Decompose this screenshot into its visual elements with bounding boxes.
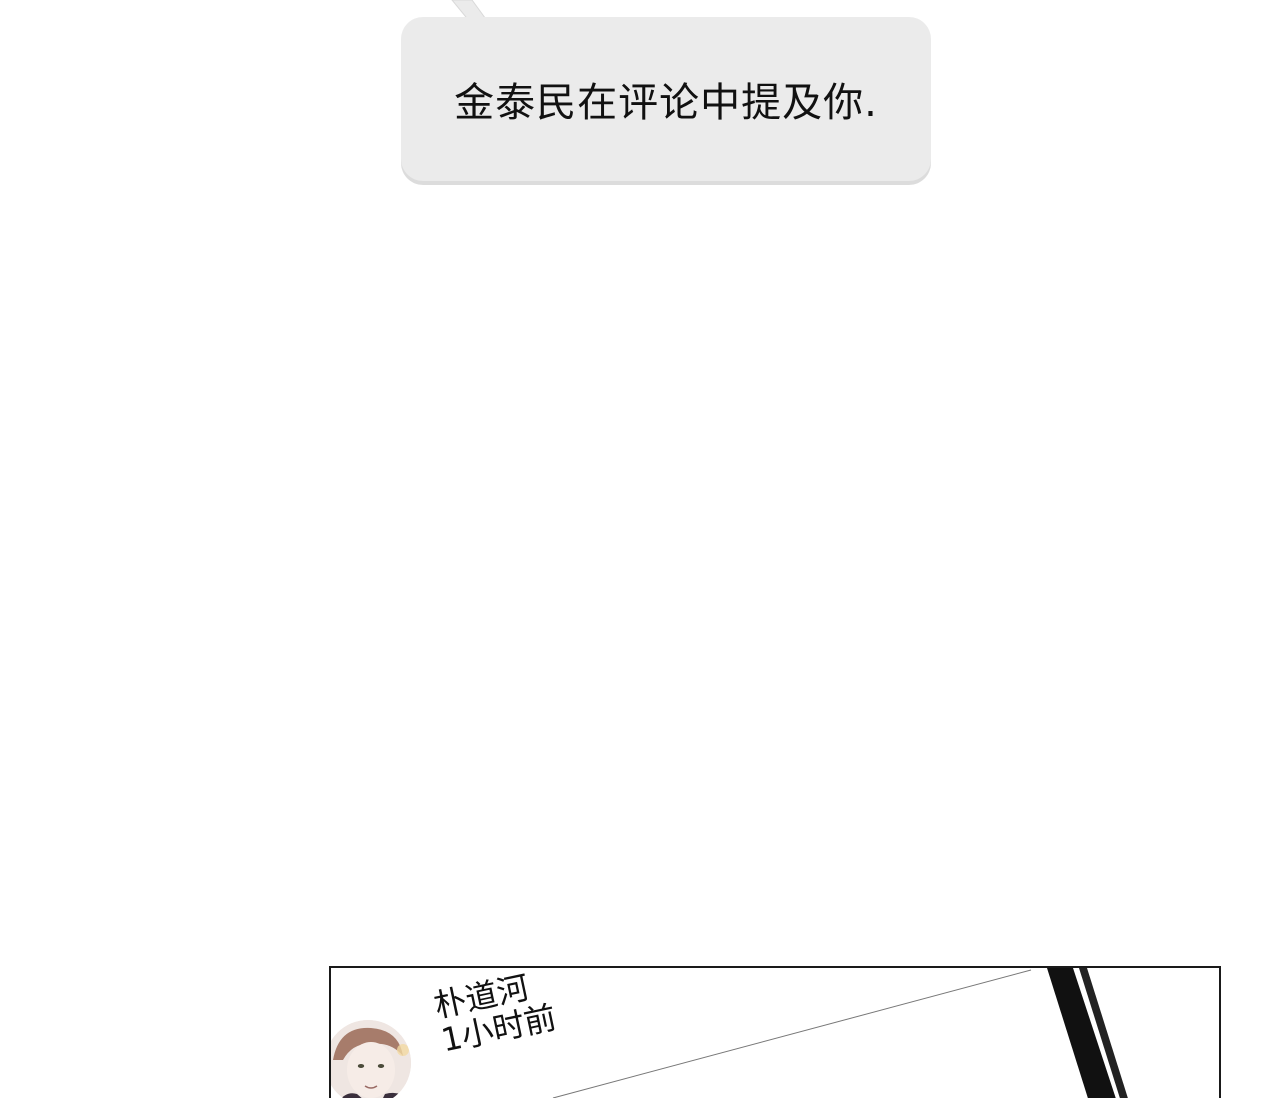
notification-text: 金泰民在评论中提及你.: [454, 80, 878, 126]
comment-panel: 朴道河 1小时前: [329, 966, 1221, 1098]
notification-bubble: 金泰民在评论中提及你.: [401, 17, 931, 181]
